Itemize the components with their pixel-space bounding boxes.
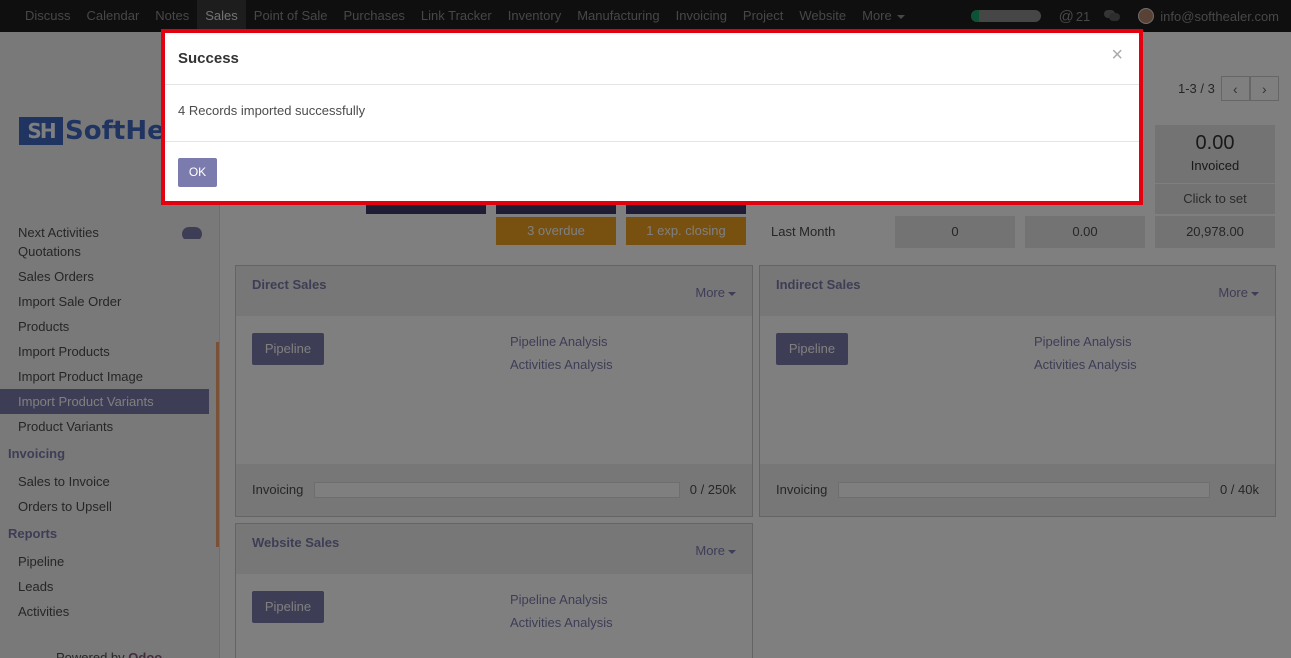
close-icon[interactable]: × xyxy=(1111,45,1123,65)
ok-button[interactable]: OK xyxy=(178,158,217,187)
dialog-body: 4 Records imported successfully xyxy=(165,85,1139,142)
dialog-message: 4 Records imported successfully xyxy=(178,103,366,118)
dialog-header: Success × xyxy=(165,33,1139,85)
dialog-footer: OK xyxy=(165,142,1139,201)
dialog-title: Success xyxy=(178,50,239,67)
success-dialog: Success × 4 Records imported successfull… xyxy=(161,29,1143,205)
